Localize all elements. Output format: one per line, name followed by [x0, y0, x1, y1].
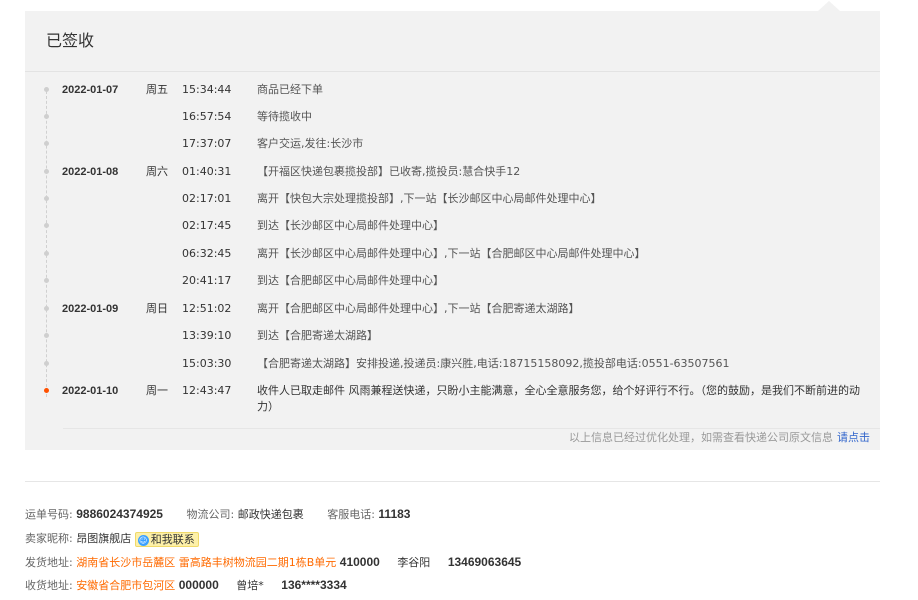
- ship-phone: 13469063645: [447, 555, 522, 569]
- recv-name: 曾培*: [236, 579, 264, 592]
- tracking-date: 2022-01-10: [62, 385, 119, 397]
- tracking-time: 02:17:45: [182, 219, 232, 232]
- recv-address-info: 收货地址: 安徽省合肥市包河区 000000 曾培* 136****3334: [25, 577, 347, 593]
- tracking-desc: 到达【长沙邮区中心局邮件处理中心】: [257, 219, 444, 232]
- ship-address: 湖南省长沙市岳麓区 雷高路丰树物流园二期1栋B单元: [76, 556, 337, 569]
- contact-seller-button[interactable]: ☺ 和我联系: [134, 531, 199, 547]
- service-phone: 11183: [378, 507, 411, 521]
- timeline-dot: [44, 278, 49, 283]
- timeline-dot: [44, 169, 49, 174]
- tracking-desc: 客户交运,发往:长沙市: [257, 137, 364, 150]
- tracking-time: 17:37:07: [182, 137, 232, 150]
- tracking-desc: 离开【合肥邮区中心局邮件处理中心】,下一站【合肥寄递太湖路】: [257, 302, 580, 315]
- tracking-date: 2022-01-08: [62, 166, 119, 178]
- waybill-info: 运单号码: 9886024374925 物流公司: 邮政快递包裹 客服电话: 1…: [25, 506, 410, 522]
- timeline-line: [46, 91, 47, 397]
- ship-name: 李谷阳: [397, 556, 431, 569]
- panel-arrow: [818, 1, 840, 11]
- timeline-dot: [44, 114, 49, 119]
- service-phone-label: 客服电话:: [327, 508, 375, 521]
- timeline-dot: [44, 196, 49, 201]
- optimization-note: 以上信息已经过优化处理，如需查看快递公司原文信息 请点击: [569, 429, 870, 445]
- tracking-desc: 离开【快包大宗处理揽投部】,下一站【长沙邮区中心局邮件处理中心】: [257, 192, 602, 205]
- divider: [25, 71, 880, 72]
- tracking-desc: 到达【合肥寄递太湖路】: [257, 329, 378, 342]
- tracking-weekday: 周一: [146, 384, 168, 397]
- tracking-desc: 【合肥寄递太湖路】安排投递,投递员:康兴胜,电话:18715158092,揽投部…: [257, 357, 730, 370]
- tracking-time: 12:51:02: [182, 302, 232, 315]
- waybill-number: 9886024374925: [76, 507, 163, 521]
- tracking-weekday: 周日: [146, 302, 168, 315]
- timeline-dot: [44, 141, 49, 146]
- timeline-dot: [44, 306, 49, 311]
- original-info-link[interactable]: 请点击: [837, 431, 870, 444]
- note-text: 以上信息已经过优化处理，如需查看快递公司原文信息: [569, 431, 833, 444]
- tracking-time: 12:43:47: [182, 384, 232, 397]
- recv-address: 安徽省合肥市包河区: [76, 579, 176, 592]
- tracking-time: 13:39:10: [182, 329, 232, 342]
- tracking-time: 15:03:30: [182, 357, 232, 370]
- tracking-desc: 【开福区快递包裹揽投部】已收寄,揽投员:慧合快手12: [257, 165, 521, 178]
- timeline-dot: [44, 87, 49, 92]
- seller-name: 昂图旗舰店: [76, 532, 132, 545]
- chat-icon: ☺: [137, 534, 149, 546]
- seller-label: 卖家昵称:: [25, 532, 73, 545]
- waybill-label: 运单号码:: [25, 508, 73, 521]
- seller-info: 卖家昵称: 昂图旗舰店 ☺ 和我联系: [25, 530, 199, 547]
- timeline-dot: [44, 333, 49, 338]
- recv-phone: 136****3334: [281, 578, 347, 592]
- timeline-dot-active: [44, 388, 49, 393]
- tracking-time: 20:41:17: [182, 274, 232, 287]
- tracking-desc: 商品已经下单: [257, 83, 323, 96]
- tracking-time: 01:40:31: [182, 165, 232, 178]
- recv-address-label: 收货地址:: [25, 579, 73, 592]
- tracking-date: 2022-01-09: [62, 303, 119, 315]
- tracking-time: 16:57:54: [182, 110, 232, 123]
- carrier-name: 邮政快递包裹: [237, 508, 304, 521]
- tracking-time: 02:17:01: [182, 192, 232, 205]
- tracking-weekday: 周五: [146, 83, 168, 96]
- ship-address-info: 发货地址: 湖南省长沙市岳麓区 雷高路丰树物流园二期1栋B单元 410000 李…: [25, 554, 521, 570]
- tracking-time: 06:32:45: [182, 247, 232, 260]
- contact-label: 和我联系: [150, 532, 195, 546]
- tracking-desc: 离开【长沙邮区中心局邮件处理中心】,下一站【合肥邮区中心局邮件处理中心】: [257, 247, 646, 260]
- tracking-time: 15:34:44: [182, 83, 232, 96]
- divider: [25, 481, 880, 482]
- tracking-weekday: 周六: [146, 165, 168, 178]
- timeline-dot: [44, 361, 49, 366]
- ship-zip: 410000: [339, 555, 380, 569]
- tracking-desc: 收件人已取走邮件 风雨兼程送快递，只盼小主能满意，全心全意服务您，给个好评行不行…: [257, 384, 860, 413]
- recv-zip: 000000: [178, 578, 219, 592]
- ship-address-label: 发货地址:: [25, 556, 73, 569]
- tracking-desc: 到达【合肥邮区中心局邮件处理中心】: [257, 274, 444, 287]
- tracking-panel: 已签收 2022-01-07 周五 15:34:44 商品已经下单 16:57:…: [25, 11, 880, 450]
- tracking-desc: 等待揽收中: [257, 110, 312, 123]
- status-title: 已签收: [46, 31, 95, 50]
- timeline-dot: [44, 223, 49, 228]
- carrier-label: 物流公司:: [186, 508, 235, 521]
- tracking-date: 2022-01-07: [62, 84, 119, 96]
- timeline-dot: [44, 251, 49, 256]
